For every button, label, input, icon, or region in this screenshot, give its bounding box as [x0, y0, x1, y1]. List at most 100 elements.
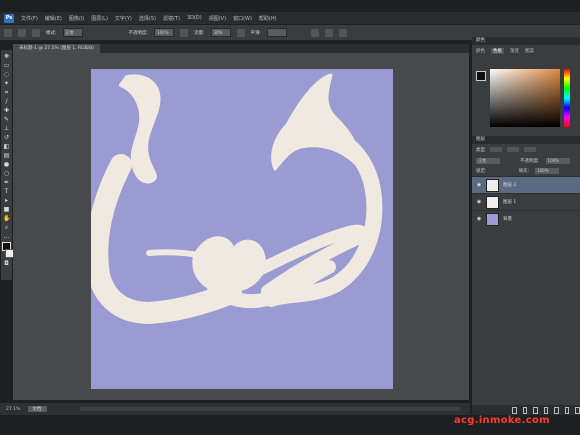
layer-row[interactable]: ◉ 图层 2 [472, 176, 580, 193]
watermark: acg.inmoke.com [454, 415, 550, 426]
brush-tool-icon[interactable]: ✎ [3, 116, 10, 123]
zoom-level[interactable]: 27.1% [6, 407, 20, 412]
app-logo: Ps [4, 13, 14, 23]
flow-field[interactable]: 30% [210, 28, 231, 37]
flow-label: 流量: [194, 30, 205, 36]
eye-icon[interactable]: ◉ [476, 182, 482, 188]
lasso-tool-icon[interactable]: ◌ [3, 71, 10, 78]
brush-tool-icon[interactable] [4, 28, 12, 37]
toolbox: ✥ ▭ ◌ ✦ ⌗ / ✚ ✎ ⊥ ↺ ◧ ▤ ● ○ ✒ T ▸ ■ ✋ ⌕ … [1, 50, 14, 280]
brush-preset-icon[interactable] [18, 28, 26, 37]
tab-patterns[interactable]: 图案 [525, 48, 534, 54]
symmetry-icon[interactable] [339, 28, 348, 37]
layer-thumbnail [486, 178, 499, 192]
document-info[interactable]: 文档: [28, 406, 47, 412]
menu-filter[interactable]: 滤镜(T) [163, 15, 180, 22]
blend-mode-select[interactable]: 正常 [476, 158, 500, 164]
delete-layer-icon[interactable] [575, 406, 580, 414]
right-panel-dock: 颜色 颜色 色板 渐变 图案 图层 类型 正常 不透明度: 100% 锁定: 填… [472, 37, 580, 415]
menu-layer[interactable]: 图层(L) [91, 15, 108, 22]
link-layers-icon[interactable] [512, 406, 517, 414]
horizontal-scrollbar[interactable] [80, 407, 460, 411]
more-tools-icon[interactable]: … [3, 233, 10, 240]
layer-name: 图层 1 [503, 200, 517, 205]
tab-color[interactable]: 颜色 [476, 48, 485, 54]
color-panel: 颜色 颜色 色板 渐变 图案 [472, 37, 580, 132]
magic-wand-tool-icon[interactable]: ✦ [3, 80, 10, 87]
color-panel-tabs: 颜色 色板 渐变 图案 [472, 45, 580, 57]
eyedropper-tool-icon[interactable]: / [3, 98, 10, 105]
crop-tool-icon[interactable]: ⌗ [3, 89, 10, 96]
zoom-tool-icon[interactable]: ⌕ [3, 224, 10, 231]
brush-strokes-artwork [91, 73, 383, 324]
color-picker-field[interactable] [490, 69, 560, 127]
menu-3d[interactable]: 3D(D) [187, 15, 202, 21]
history-brush-tool-icon[interactable]: ↺ [3, 134, 10, 141]
menu-edit[interactable]: 编辑(E) [45, 15, 62, 22]
menu-type[interactable]: 文字(Y) [115, 15, 132, 22]
mode-select[interactable]: 正常 [62, 28, 83, 37]
menu-select[interactable]: 选择(S) [139, 15, 156, 22]
filter-adjust-icon[interactable] [507, 147, 519, 152]
filter-pixel-icon[interactable] [490, 147, 502, 152]
layer-opacity-field[interactable]: 100% [545, 158, 570, 164]
eye-icon[interactable]: ◉ [476, 216, 482, 222]
panel-foreground-swatch[interactable] [476, 71, 486, 81]
menu-help[interactable]: 帮助(H) [259, 15, 277, 22]
healing-brush-tool-icon[interactable]: ✚ [3, 107, 10, 114]
layers-bottom-bar [472, 405, 580, 415]
smoothing-field[interactable] [267, 28, 288, 37]
eraser-tool-icon[interactable]: ◧ [3, 143, 10, 150]
smoothing-label: 平滑: [250, 30, 262, 36]
menu-file[interactable]: 文件(F) [21, 15, 38, 22]
workspace[interactable] [13, 53, 469, 400]
pressure-opacity-icon[interactable] [180, 28, 189, 37]
eye-icon[interactable]: ◉ [476, 199, 482, 205]
hue-slider[interactable] [564, 69, 570, 127]
color-panel-title: 颜色 [472, 37, 580, 45]
airbrush-icon[interactable] [236, 28, 245, 37]
layer-style-icon[interactable] [522, 406, 528, 414]
pen-tool-icon[interactable]: ✒ [3, 179, 10, 186]
dodge-tool-icon[interactable]: ○ [3, 170, 10, 177]
new-layer-icon[interactable] [564, 406, 570, 414]
shape-tool-icon[interactable]: ■ [3, 206, 10, 213]
layer-row[interactable]: ◉ 背景 [472, 210, 580, 227]
opacity-label: 不透明度: [128, 30, 149, 36]
layers-panel: 图层 类型 正常 不透明度: 100% 锁定: 填充: 100% ◉ 图层 2 [472, 136, 580, 415]
opacity-field[interactable]: 100% [154, 28, 175, 37]
fill-label: 填充: [518, 169, 530, 174]
gradient-tool-icon[interactable]: ▤ [3, 152, 10, 159]
path-select-tool-icon[interactable]: ▸ [3, 197, 10, 204]
gear-icon[interactable] [311, 28, 320, 37]
lock-row: 锁定: 填充: 100% [472, 166, 580, 176]
document-canvas[interactable] [91, 69, 393, 389]
marquee-tool-icon[interactable]: ▭ [3, 62, 10, 69]
menu-view[interactable]: 视图(V) [209, 15, 226, 22]
move-tool-icon[interactable]: ✥ [3, 53, 10, 60]
menu-image[interactable]: 图像(I) [69, 15, 84, 22]
layer-row[interactable]: ◉ 图层 1 [472, 193, 580, 210]
quick-mask-icon[interactable]: ◘ [3, 260, 10, 267]
brush-settings-icon[interactable] [32, 28, 40, 37]
fill-field[interactable]: 100% [535, 168, 560, 174]
layer-name: 图层 2 [503, 183, 517, 188]
menu-window[interactable]: 窗口(W) [233, 15, 252, 22]
filter-type-icon[interactable] [524, 147, 536, 152]
layer-thumbnail [486, 212, 499, 226]
hand-tool-icon[interactable]: ✋ [3, 215, 10, 222]
new-group-icon[interactable] [554, 406, 559, 414]
stamp-tool-icon[interactable]: ⊥ [3, 125, 10, 132]
add-mask-icon[interactable] [533, 406, 538, 414]
document-tab[interactable]: 未标题-1 @ 27.1% (图层 1, RGB/8) [13, 44, 100, 53]
tab-gradients[interactable]: 渐变 [510, 48, 519, 54]
stroke-top-flame [271, 73, 360, 171]
tab-swatches[interactable]: 色板 [491, 48, 504, 54]
pressure-size-icon[interactable] [325, 28, 334, 37]
blend-row: 正常 不透明度: 100% [472, 156, 580, 166]
stroke-thin-left [146, 249, 212, 260]
blur-tool-icon[interactable]: ● [3, 161, 10, 168]
layer-kind-filter[interactable]: 类型 [476, 147, 485, 153]
adjustment-layer-icon[interactable] [543, 406, 549, 414]
type-tool-icon[interactable]: T [3, 188, 10, 195]
